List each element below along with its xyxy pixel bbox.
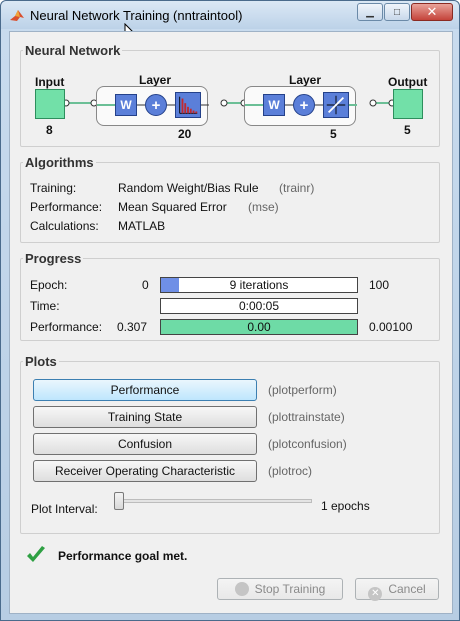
plot-function: (plotperform) bbox=[268, 383, 337, 397]
group-title: Plots bbox=[25, 354, 57, 369]
plot-function: (plottrainstate) bbox=[268, 410, 345, 424]
performance-progress-text: 0.00 bbox=[247, 320, 271, 334]
performance-max: 0.00100 bbox=[369, 320, 413, 334]
hidden-layer-size: 20 bbox=[178, 127, 192, 141]
algorithm-function: (trainr) bbox=[279, 181, 315, 195]
algorithm-value: Random Weight/Bias Rule bbox=[118, 181, 259, 195]
plot-interval-track[interactable] bbox=[114, 499, 312, 503]
plot-training-state-button[interactable]: Training State bbox=[33, 406, 257, 428]
plot-confusion-button[interactable]: Confusion bbox=[33, 433, 257, 455]
client-area: Neural Network Input 8 Layer W + 20 Laye… bbox=[9, 31, 453, 614]
plot-performance-button[interactable]: Performance bbox=[33, 379, 257, 401]
performance-min: 0.307 bbox=[117, 320, 148, 334]
time-display: 0:00:05 bbox=[160, 298, 358, 314]
matlab-icon bbox=[10, 10, 24, 21]
maximize-button[interactable]: □ bbox=[384, 3, 410, 21]
group-title: Neural Network bbox=[25, 43, 121, 58]
plot-interval-label: Plot Interval: bbox=[31, 502, 98, 516]
stop-training-label: Stop Training bbox=[254, 582, 326, 596]
hidden-weight-icon: W bbox=[115, 94, 137, 116]
cancel-button[interactable]: ✕ Cancel bbox=[355, 578, 439, 601]
epoch-progress-fill bbox=[161, 278, 179, 292]
output-layer-size: 5 bbox=[330, 127, 337, 141]
nntraintool-window: Neural Network Training (nntraintool) ▁ … bbox=[0, 0, 460, 621]
performance-label: Performance: bbox=[30, 320, 103, 334]
epoch-progress-bar: 9 iterations bbox=[160, 277, 358, 293]
window-title: Neural Network Training (nntraintool) bbox=[30, 8, 243, 23]
cancel-label: Cancel bbox=[388, 582, 426, 596]
title-bar[interactable]: Neural Network Training (nntraintool) ▁ … bbox=[1, 1, 459, 29]
close-button[interactable]: ✕ bbox=[411, 3, 453, 21]
plot-interval-slider[interactable] bbox=[114, 492, 124, 510]
output-bias-icon: + bbox=[293, 94, 315, 116]
cancel-icon: ✕ bbox=[368, 587, 383, 601]
signal-lines bbox=[62, 99, 396, 107]
epoch-min: 0 bbox=[142, 278, 149, 292]
algorithm-function: (mse) bbox=[248, 200, 279, 214]
performance-progress-bar: 0.00 bbox=[160, 319, 358, 335]
time-value: 0:00:05 bbox=[238, 299, 280, 313]
algorithm-label: Calculations: bbox=[30, 219, 99, 233]
stop-training-button[interactable]: Stop Training bbox=[217, 578, 343, 600]
tansig-activation-icon bbox=[175, 92, 201, 118]
epoch-label: Epoch: bbox=[30, 278, 68, 292]
output-size: 5 bbox=[404, 123, 411, 137]
plot-interval-value: 1 epochs bbox=[321, 499, 370, 513]
output-weight-icon: W bbox=[263, 94, 285, 116]
algorithm-value: Mean Squared Error bbox=[118, 200, 227, 214]
hidden-bias-icon: + bbox=[145, 94, 167, 116]
checkmark-icon bbox=[27, 546, 45, 562]
input-node bbox=[35, 89, 65, 119]
group-title: Progress bbox=[25, 251, 82, 266]
time-label: Time: bbox=[30, 299, 60, 313]
plot-roc-button[interactable]: Receiver Operating Characteristic bbox=[33, 460, 257, 482]
stop-icon bbox=[234, 582, 249, 596]
status-message: Performance goal met. bbox=[58, 549, 188, 563]
output-layer-box: W + bbox=[244, 86, 357, 126]
plot-function: (plotconfusion) bbox=[268, 437, 347, 451]
epoch-max: 100 bbox=[369, 278, 390, 292]
plot-function: (plotroc) bbox=[268, 464, 313, 478]
algorithm-label: Training: bbox=[30, 181, 77, 195]
purelin-activation-icon bbox=[323, 92, 349, 118]
output-layer-label: Layer bbox=[289, 73, 322, 87]
input-label: Input bbox=[35, 75, 65, 89]
output-label: Output bbox=[388, 75, 428, 89]
output-node bbox=[393, 89, 423, 119]
hidden-layer-box: W + bbox=[96, 86, 209, 126]
minimize-button[interactable]: ▁ bbox=[357, 3, 383, 21]
algorithm-value: MATLAB bbox=[118, 219, 166, 233]
input-size: 8 bbox=[46, 123, 53, 137]
hidden-layer-label: Layer bbox=[139, 73, 172, 87]
epoch-progress-text: 9 iterations bbox=[229, 278, 289, 292]
algorithm-label: Performance: bbox=[30, 200, 103, 214]
group-title: Algorithms bbox=[25, 155, 94, 170]
